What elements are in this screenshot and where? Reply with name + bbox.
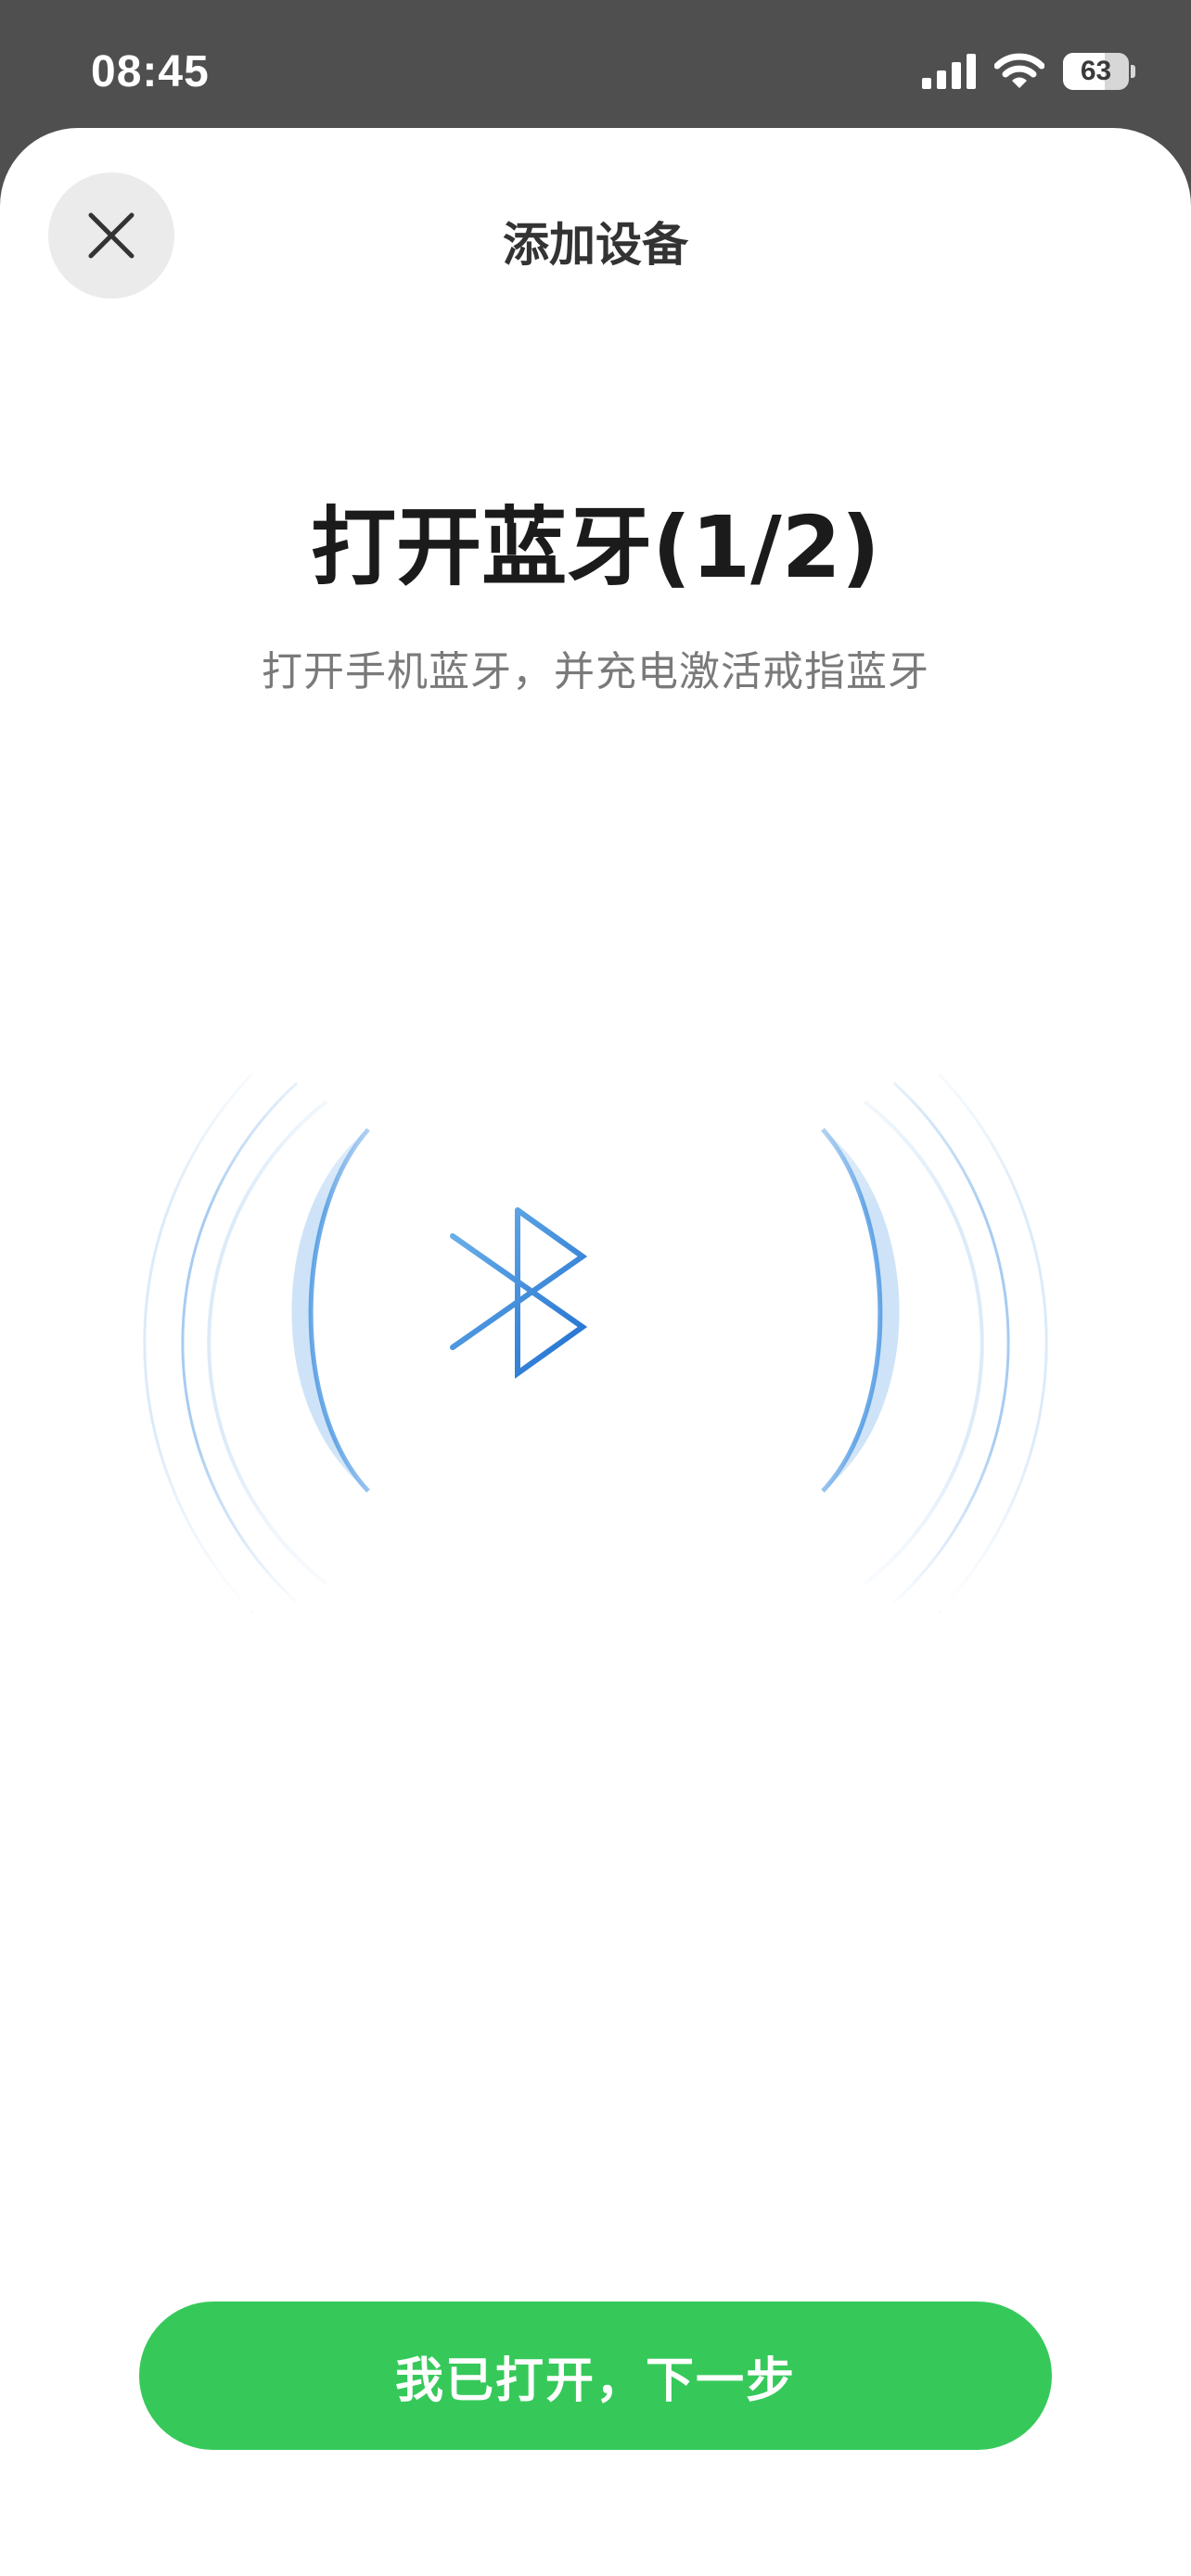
wifi-icon [994,53,1044,88]
step-subtitle: 打开手机蓝牙，并充电激活戒指蓝牙 [262,648,929,695]
battery-icon: 63 [1063,53,1135,90]
status-bar: 08:45 63 [0,0,1191,130]
bluetooth-illustration [132,1037,1059,1613]
add-device-sheet: 添加设备 打开蓝牙(1/2) 打开手机蓝牙，并充电激活戒指蓝牙 我已打开，下一步 [0,128,1191,2576]
status-time: 08:45 [91,47,210,96]
battery-percent: 63 [1080,56,1112,86]
signal-icon [922,54,976,89]
step-title: 打开蓝牙(1/2) [311,498,880,597]
next-step-button[interactable]: 我已打开，下一步 [139,2302,1052,2450]
status-icons: 63 [922,48,1135,95]
page-title: 添加设备 [503,218,688,272]
